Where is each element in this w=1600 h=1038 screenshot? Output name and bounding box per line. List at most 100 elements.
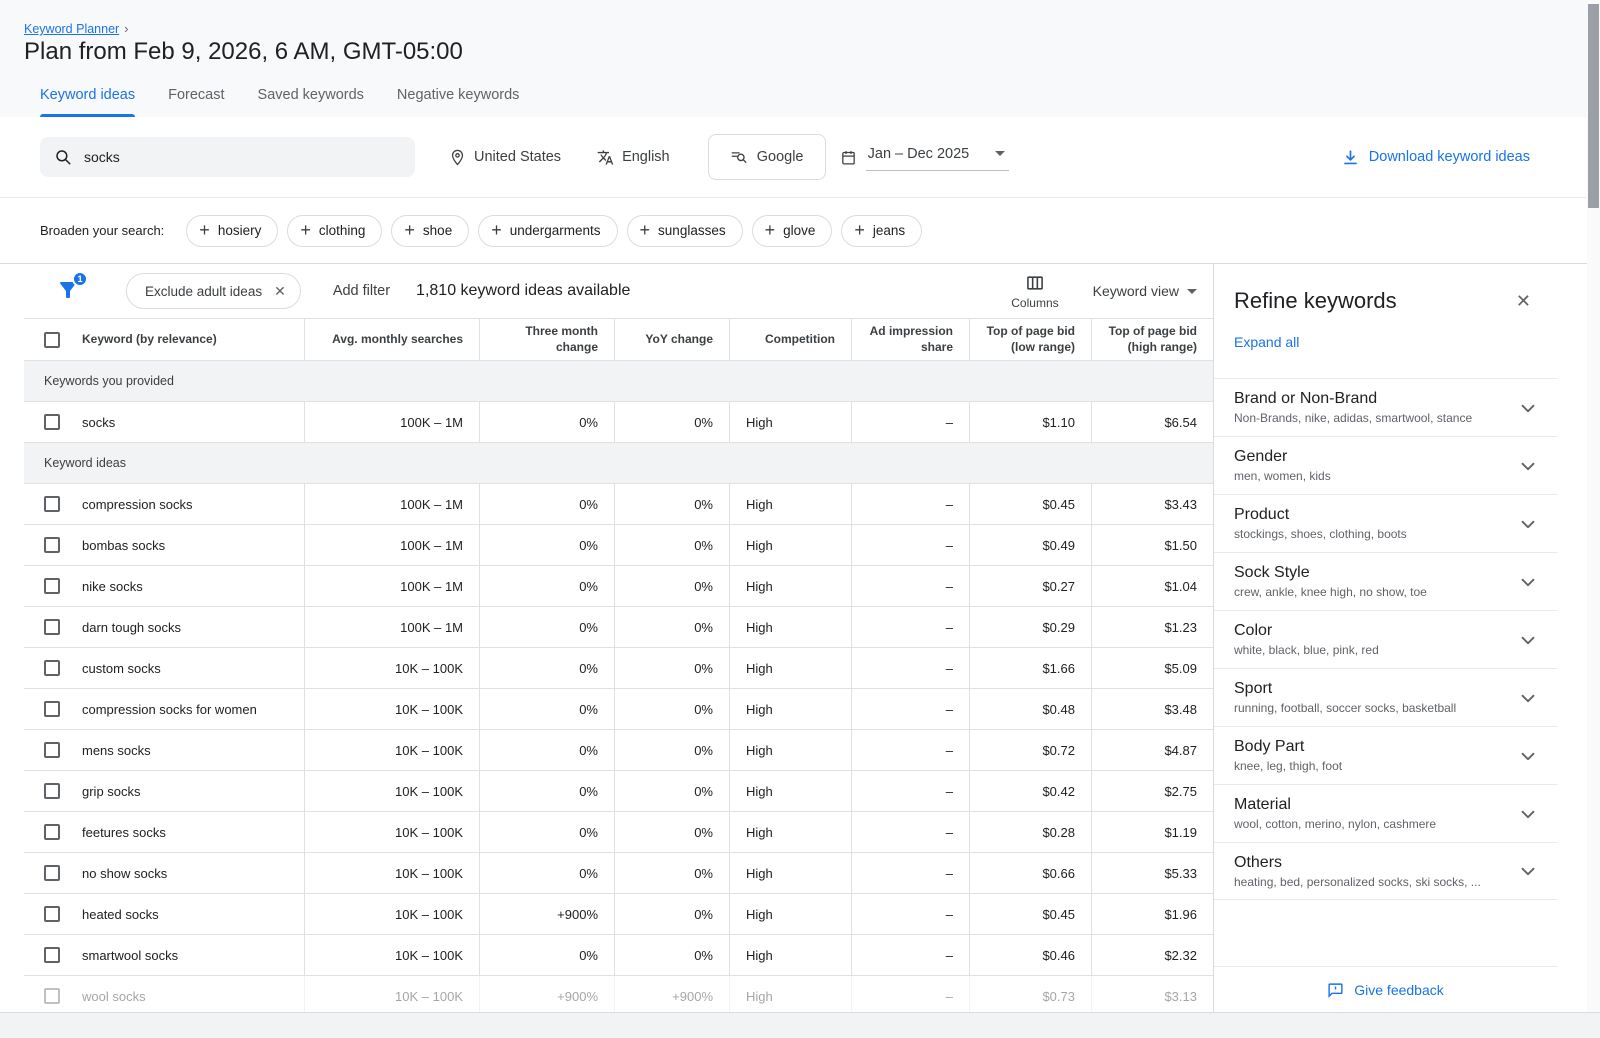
row-checkbox[interactable] (44, 824, 60, 840)
chevron-down-icon[interactable] (1517, 455, 1539, 477)
broaden-chip-hosiery[interactable]: +hosiery (186, 215, 278, 247)
give-feedback-button[interactable]: Give feedback (1214, 966, 1557, 1012)
close-icon[interactable]: ✕ (1516, 291, 1531, 312)
keyword-cell: no show socks (24, 853, 304, 893)
column-header-competition[interactable]: Competition (729, 319, 851, 360)
column-header-yoy-change[interactable]: YoY change (614, 319, 729, 360)
table-row-feetures-socks[interactable]: feetures socks10K – 100K0%0%High–$0.28$1… (24, 812, 1213, 853)
column-header-top-bid-high[interactable]: Top of page bid (high range) (1091, 319, 1213, 360)
table-row-compression-socks-for-women[interactable]: compression socks for women10K – 100K0%0… (24, 689, 1213, 730)
broaden-chip-clothing[interactable]: +clothing (287, 215, 382, 247)
refine-section-material[interactable]: Materialwool, cotton, merino, nylon, cas… (1214, 784, 1557, 842)
chevron-down-icon[interactable] (1517, 860, 1539, 882)
broaden-chip-glove[interactable]: +glove (752, 215, 833, 247)
breadcrumb: Keyword Planner› (24, 22, 128, 36)
row-checkbox[interactable] (44, 660, 60, 676)
top-bid-high-cell: $5.09 (1091, 648, 1213, 688)
tab-saved-keywords[interactable]: Saved keywords (258, 87, 364, 117)
ad-impression-share-cell: – (851, 976, 969, 1012)
table-row-nike-socks[interactable]: nike socks100K – 1M0%0%High–$0.27$1.04 (24, 566, 1213, 607)
row-checkbox[interactable] (44, 988, 60, 1004)
refine-section-body-part[interactable]: Body Partknee, leg, thigh, foot (1214, 726, 1557, 784)
table-row-compression-socks[interactable]: compression socks100K – 1M0%0%High–$0.45… (24, 484, 1213, 525)
columns-button[interactable]: Columns (1011, 273, 1058, 310)
table-row-no-show-socks[interactable]: no show socks10K – 100K0%0%High–$0.66$5.… (24, 853, 1213, 894)
table-row-socks[interactable]: socks100K – 1M0%0%High–$1.10$6.54 (24, 402, 1213, 443)
page-header: Keyword Planner› Plan from Feb 9, 2026, … (0, 0, 1600, 117)
top-bid-low-cell: $0.29 (969, 607, 1091, 647)
chevron-down-icon[interactable] (1517, 687, 1539, 709)
location-selector[interactable]: United States (449, 149, 561, 166)
breadcrumb-link[interactable]: Keyword Planner (24, 22, 119, 36)
network-selector[interactable]: Google (708, 134, 826, 180)
expand-all-button[interactable]: Expand all (1234, 334, 1299, 350)
avg-monthly-searches-cell: 10K – 100K (304, 935, 479, 975)
row-checkbox[interactable] (44, 906, 60, 922)
refine-section-sock-style[interactable]: Sock Stylecrew, ankle, knee high, no sho… (1214, 552, 1557, 610)
table-row-custom-socks[interactable]: custom socks10K – 100K0%0%High–$1.66$5.0… (24, 648, 1213, 689)
keyword-search-input[interactable]: socks (40, 137, 415, 177)
ad-impression-share-cell: – (851, 402, 969, 442)
chevron-down-icon[interactable] (1517, 397, 1539, 419)
refine-section-brand-or-non-brand[interactable]: Brand or Non-BrandNon-Brands, nike, adid… (1214, 378, 1557, 436)
broaden-chip-undergarments[interactable]: +undergarments (478, 215, 617, 247)
row-checkbox[interactable] (44, 578, 60, 594)
table-row-heated-socks[interactable]: heated socks10K – 100K+900%0%High–$0.45$… (24, 894, 1213, 935)
filter-button[interactable]: 1 (56, 278, 82, 304)
chevron-down-icon[interactable] (1517, 513, 1539, 535)
filter-chip-exclude-adult-ideas[interactable]: Exclude adult ideas ✕ (126, 273, 301, 309)
column-header-ad-impression-share[interactable]: Ad impression share (851, 319, 969, 360)
table-row-grip-socks[interactable]: grip socks10K – 100K0%0%High–$0.42$2.75 (24, 771, 1213, 812)
column-header-top-bid-low[interactable]: Top of page bid (low range) (969, 319, 1091, 360)
refine-section-color[interactable]: Colorwhite, black, blue, pink, red (1214, 610, 1557, 668)
column-header-avg-monthly-searches[interactable]: Avg. monthly searches (304, 319, 479, 360)
keyword-view-selector[interactable]: Keyword view (1093, 283, 1197, 299)
refine-section-sport[interactable]: Sportrunning, football, soccer socks, ba… (1214, 668, 1557, 726)
chevron-down-icon[interactable] (1517, 629, 1539, 651)
top-bid-low-cell: $0.46 (969, 935, 1091, 975)
broaden-chip-sunglasses[interactable]: +sunglasses (627, 215, 743, 247)
add-filter-button[interactable]: Add filter (333, 283, 390, 299)
table-row-mens-socks[interactable]: mens socks10K – 100K0%0%High–$0.72$4.87 (24, 730, 1213, 771)
refine-section-others[interactable]: Othersheating, bed, personalized socks, … (1214, 842, 1557, 900)
row-checkbox[interactable] (44, 865, 60, 881)
refine-section-subtitle: heating, bed, personalized socks, ski so… (1234, 875, 1517, 889)
refine-section-product[interactable]: Productstockings, shoes, clothing, boots (1214, 494, 1557, 552)
refine-keywords-panel: Refine keywords ✕ Expand all Brand or No… (1213, 264, 1557, 1012)
language-selector[interactable]: English (597, 149, 670, 166)
scrollbar-thumb[interactable] (1588, 4, 1599, 208)
table-row-darn-tough-socks[interactable]: darn tough socks100K – 1M0%0%High–$0.29$… (24, 607, 1213, 648)
competition-cell: High (729, 607, 851, 647)
chevron-down-icon[interactable] (1517, 571, 1539, 593)
broaden-chip-jeans[interactable]: +jeans (841, 215, 922, 247)
chevron-down-icon[interactable] (1517, 803, 1539, 825)
keyword-label: darn tough socks (82, 620, 181, 635)
download-keyword-ideas-button[interactable]: Download keyword ideas (1341, 148, 1530, 167)
select-all-checkbox[interactable] (44, 332, 60, 348)
column-header-keyword[interactable]: Keyword (by relevance) (82, 332, 217, 348)
tab-forecast[interactable]: Forecast (168, 87, 224, 117)
row-checkbox[interactable] (44, 496, 60, 512)
vertical-scrollbar[interactable] (1587, 0, 1600, 1012)
tab-negative-keywords[interactable]: Negative keywords (397, 87, 520, 117)
row-checkbox[interactable] (44, 742, 60, 758)
table-row-smartwool-socks[interactable]: smartwool socks10K – 100K0%0%High–$0.46$… (24, 935, 1213, 976)
column-header-three-month-change[interactable]: Three month change (479, 319, 614, 360)
table-row-wool-socks[interactable]: wool socks10K – 100K+900%+900%High–$0.73… (24, 976, 1213, 1012)
row-checkbox[interactable] (44, 537, 60, 553)
refine-section-gender[interactable]: Gendermen, women, kids (1214, 436, 1557, 494)
tab-keyword-ideas[interactable]: Keyword ideas (40, 87, 135, 117)
row-checkbox[interactable] (44, 947, 60, 963)
broaden-chip-shoe[interactable]: +shoe (391, 215, 469, 247)
row-checkbox[interactable] (44, 783, 60, 799)
row-checkbox[interactable] (44, 701, 60, 717)
chevron-down-icon[interactable] (1517, 745, 1539, 767)
remove-filter-icon[interactable]: ✕ (274, 283, 286, 300)
refine-section-subtitle: Non-Brands, nike, adidas, smartwool, sta… (1234, 411, 1517, 425)
ad-impression-share-cell: – (851, 689, 969, 729)
table-row-bombas-socks[interactable]: bombas socks100K – 1M0%0%High–$0.49$1.50 (24, 525, 1213, 566)
date-range-selector[interactable]: Jan – Dec 2025 (840, 144, 1010, 171)
ad-impression-share-cell: – (851, 730, 969, 770)
row-checkbox[interactable] (44, 414, 60, 430)
row-checkbox[interactable] (44, 619, 60, 635)
